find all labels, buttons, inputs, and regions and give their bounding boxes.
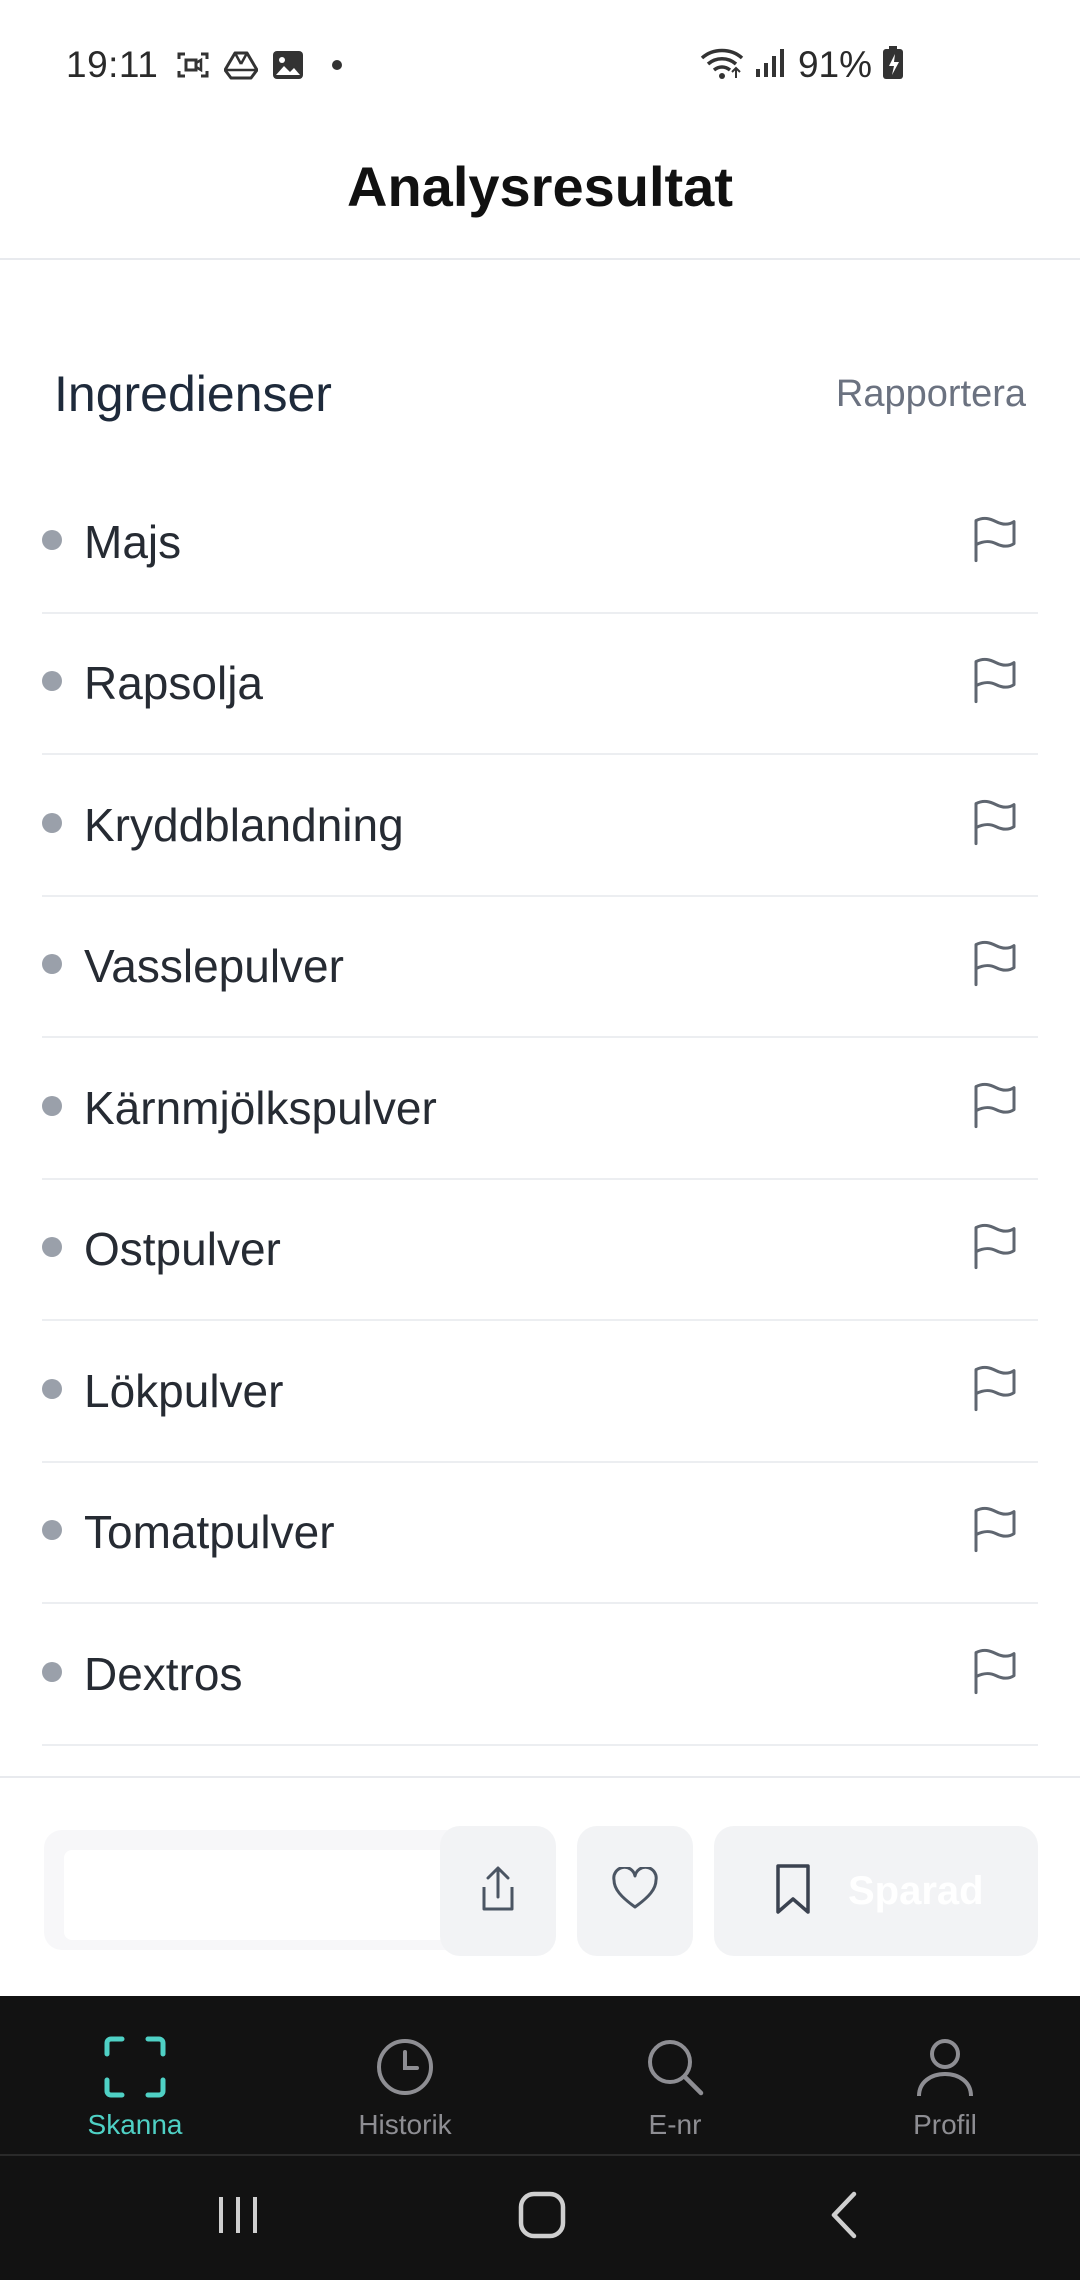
flag-icon[interactable] [964, 1217, 1024, 1277]
app-header: Analysresultat [0, 136, 1080, 260]
heart-icon [611, 1865, 659, 1916]
ad-placeholder-inner [64, 1850, 464, 1940]
ingredient-row: Ostpulver [42, 1180, 1038, 1321]
status-notification-icons [176, 50, 342, 80]
section-title: Ingredienser [54, 366, 332, 422]
bottom-navigation: Skanna Historik E-nr Profil [0, 1996, 1080, 2154]
screen: 19:11 91% Analysresultat Ingredienser Ra… [0, 0, 1080, 2280]
ad-placeholder [44, 1830, 464, 1950]
ingredient-row: Rapsolja [42, 614, 1038, 755]
ingredient-name: Dextros [84, 1647, 243, 1700]
ingredient-name: Lökpulver [84, 1364, 284, 1417]
flag-icon[interactable] [964, 651, 1024, 711]
flag-icon[interactable] [964, 509, 1024, 569]
nav-item-historik[interactable]: Historik [270, 1996, 540, 2154]
status-bar: 19:11 91% [0, 0, 1080, 136]
ingredient-name: Kärnmjölkspulver [84, 1081, 437, 1134]
ingredient-row: Kryddblandning [42, 755, 1038, 897]
flag-icon[interactable] [964, 1075, 1024, 1135]
home-button[interactable] [502, 2182, 582, 2252]
status-system-icons: 91% [700, 44, 904, 86]
screen-record-icon [176, 50, 210, 80]
bullet-icon [42, 1095, 62, 1116]
share-button[interactable] [440, 1826, 556, 1956]
ingredient-name: Ostpulver [84, 1223, 281, 1276]
bullet-icon [42, 671, 62, 692]
scan-icon [104, 2036, 166, 2103]
ingredients-section-header: Ingredienser Rapportera [54, 365, 1026, 423]
flag-icon[interactable] [964, 1641, 1024, 1701]
nav-item-profil[interactable]: Profil [810, 1996, 1080, 2154]
action-bar: Sparad [0, 1776, 1080, 1996]
drive-icon [224, 50, 258, 80]
saved-button[interactable]: Sparad [714, 1826, 1038, 1956]
wifi-icon [700, 46, 744, 85]
saved-label: Sparad [848, 1868, 984, 1913]
recent-apps-icon [216, 2193, 260, 2242]
back-button[interactable] [804, 2182, 884, 2252]
bullet-icon [42, 529, 62, 550]
nav-label-profil: Profil [913, 2109, 977, 2140]
nav-label-e-nr: E-nr [648, 2109, 702, 2140]
ingredient-row: Dextros [42, 1604, 1038, 1746]
nav-item-skanna[interactable]: Skanna [0, 1996, 270, 2154]
bullet-icon [42, 1661, 62, 1682]
ingredient-name: Tomatpulver [84, 1506, 335, 1559]
battery-icon [882, 45, 904, 85]
ingredient-row: Kärnmjölkspulver [42, 1038, 1038, 1180]
favorite-button[interactable] [577, 1826, 693, 1956]
bullet-icon [42, 812, 62, 833]
ingredient-row: Majs [42, 472, 1038, 614]
page-title: Analysresultat [347, 154, 733, 218]
recent-apps-button[interactable] [198, 2182, 278, 2252]
bookmark-icon [774, 1863, 812, 1920]
report-button[interactable]: Rapportera [836, 373, 1026, 416]
gallery-icon [272, 50, 304, 80]
ingredient-row: Vasslepulver [42, 897, 1038, 1038]
user-icon [914, 2036, 976, 2103]
nav-label-historik: Historik [358, 2109, 452, 2140]
search-icon [644, 2036, 706, 2103]
flag-icon[interactable] [964, 1358, 1024, 1418]
flag-icon[interactable] [964, 934, 1024, 994]
ingredient-name: Rapsolja [84, 657, 263, 710]
ingredient-row: Tomatpulver [42, 1463, 1038, 1604]
nav-item-e-nr[interactable]: E-nr [540, 1996, 810, 2154]
share-icon [478, 1865, 518, 1918]
system-navigation-bar [0, 2154, 1080, 2280]
signal-icon [754, 47, 788, 84]
ingredient-name: Majs [84, 515, 182, 568]
flag-icon[interactable] [964, 1500, 1024, 1560]
back-icon [824, 2190, 864, 2245]
ingredient-row: Lökpulver [42, 1321, 1038, 1463]
flag-icon[interactable] [964, 792, 1024, 852]
notification-dot-icon [332, 60, 342, 70]
status-time: 19:11 [66, 44, 159, 85]
bullet-icon [42, 1237, 62, 1258]
ingredient-name: Kryddblandning [84, 798, 404, 851]
nav-label-skanna: Skanna [87, 2109, 183, 2140]
bullet-icon [42, 1520, 62, 1541]
clock-icon [374, 2036, 436, 2103]
ingredient-name: Vasslepulver [84, 940, 344, 993]
bullet-icon [42, 1378, 62, 1399]
bullet-icon [42, 954, 62, 975]
battery-percentage: 91% [797, 44, 872, 85]
home-icon [517, 2190, 567, 2245]
ingredient-list: Majs Rapsolja Kryddblandning Vasslepulve… [42, 472, 1038, 1746]
